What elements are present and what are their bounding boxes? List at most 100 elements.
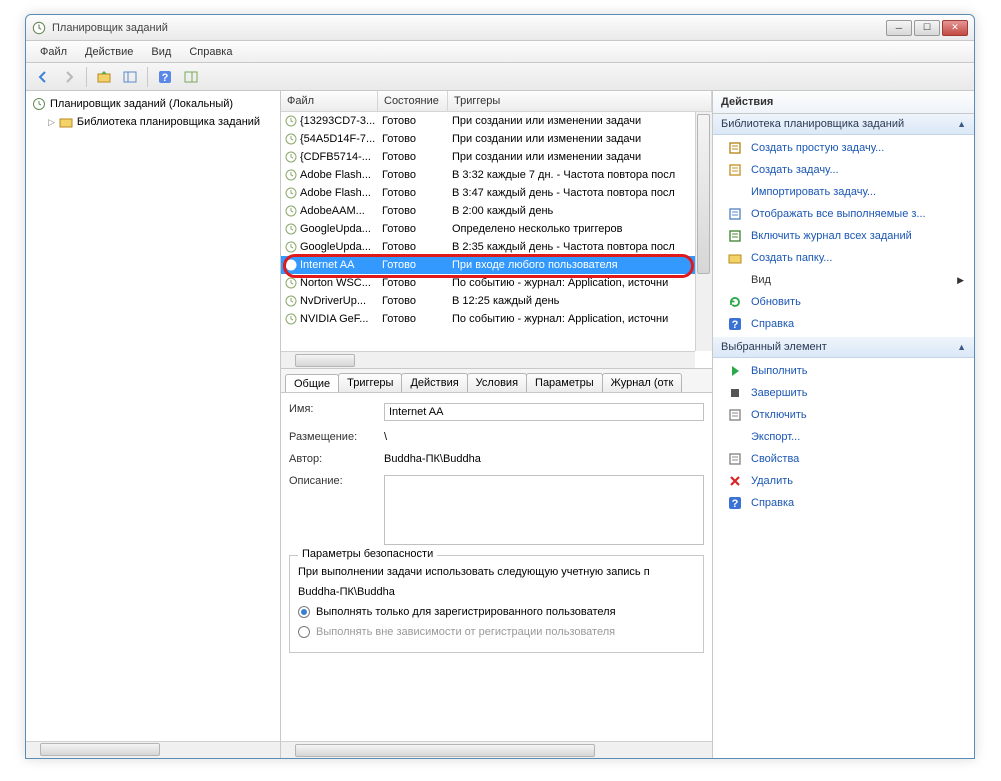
table-row[interactable]: Adobe Flash...ГотовоВ 3:47 каждый день -… xyxy=(281,184,712,202)
tree-library[interactable]: ▷ Библиотека планировщика заданий xyxy=(28,113,278,131)
tree-scrollbar[interactable] xyxy=(26,741,280,758)
action-disable[interactable]: Отключить xyxy=(713,404,974,426)
val-desc[interactable] xyxy=(384,475,704,545)
horizontal-scrollbar[interactable] xyxy=(281,351,695,368)
action-text: Удалить xyxy=(751,475,793,487)
task-trigger: При создании или изменении задачи xyxy=(448,151,712,163)
table-row[interactable]: NVIDIA GeF...ГотовоПо событию - журнал: … xyxy=(281,310,712,328)
client-area: Планировщик заданий (Локальный) ▷ Библио… xyxy=(26,91,974,758)
toolbar: ? xyxy=(26,63,974,91)
menu-view[interactable]: Вид xyxy=(143,43,179,61)
task-list[interactable]: Файл Состояние Триггеры {13293CD7-3...Го… xyxy=(281,91,712,369)
col-file[interactable]: Файл xyxy=(281,91,378,111)
task-name: GoogleUpda... xyxy=(300,241,371,253)
actions-pane: Действия Библиотека планировщика заданий… xyxy=(713,91,974,758)
list-header: Файл Состояние Триггеры xyxy=(281,91,712,112)
menu-action[interactable]: Действие xyxy=(77,43,141,61)
up-icon[interactable] xyxy=(93,66,115,88)
tab-conditions[interactable]: Условия xyxy=(467,373,527,392)
preview-icon[interactable] xyxy=(180,66,202,88)
chevron-right-icon: ▶ xyxy=(957,275,964,286)
panel-icon[interactable] xyxy=(119,66,141,88)
action-export[interactable]: Экспорт... xyxy=(713,426,974,448)
task-state: Готово xyxy=(378,223,448,235)
radio-icon xyxy=(298,606,310,618)
table-row[interactable]: GoogleUpda...ГотовоОпределено несколько … xyxy=(281,220,712,238)
table-row[interactable]: {CDFB5714-...ГотовоПри создании или изме… xyxy=(281,148,712,166)
action-text: Отображать все выполняемые з... xyxy=(751,208,926,220)
col-triggers[interactable]: Триггеры xyxy=(448,91,712,111)
tree-root-label: Планировщик заданий (Локальный) xyxy=(50,98,233,110)
action-new_folder[interactable]: Создать папку... xyxy=(713,247,974,269)
forward-button[interactable] xyxy=(58,66,80,88)
minimize-button[interactable]: ─ xyxy=(886,20,912,36)
back-button[interactable] xyxy=(32,66,54,88)
action-help[interactable]: ?Справка xyxy=(713,313,974,335)
actions-list-selected: Выполнить ЗавершитьОтключитьЭкспорт...Сво… xyxy=(713,358,974,516)
center-bottom-scrollbar[interactable] xyxy=(281,741,712,758)
close-button[interactable]: ✕ xyxy=(942,20,968,36)
table-row[interactable]: AdobeAAM...ГотовоВ 2:00 каждый день xyxy=(281,202,712,220)
lbl-author: Автор: xyxy=(289,453,384,465)
security-opt1[interactable]: Выполнять только для зарегистрированного… xyxy=(298,606,695,618)
tree-root[interactable]: Планировщик заданий (Локальный) xyxy=(28,95,278,113)
actions-list-library: Создать простую задачу... Создать задачу.… xyxy=(713,135,974,337)
action-enable_hist[interactable]: Включить журнал всех заданий xyxy=(713,225,974,247)
action-props[interactable]: Свойства xyxy=(713,448,974,470)
table-row[interactable]: NvDriverUp...ГотовоВ 12:25 каждый день xyxy=(281,292,712,310)
lbl-location: Размещение: xyxy=(289,431,384,443)
action-import[interactable]: Импортировать задачу... xyxy=(713,181,974,203)
action-create[interactable]: Создать задачу... xyxy=(713,159,974,181)
table-row[interactable]: {54A5D14F-7...ГотовоПри создании или изм… xyxy=(281,130,712,148)
svg-text:?: ? xyxy=(732,498,739,510)
action-text: Выполнить xyxy=(751,365,807,377)
action-text: Включить журнал всех заданий xyxy=(751,230,912,242)
menu-file[interactable]: Файл xyxy=(32,43,75,61)
action-view[interactable]: Вид▶ xyxy=(713,269,974,291)
table-row[interactable]: GoogleUpda...ГотовоВ 2:35 каждый день - … xyxy=(281,238,712,256)
tree-pane[interactable]: Планировщик заданий (Локальный) ▷ Библио… xyxy=(26,91,281,758)
val-name[interactable]: Internet AA xyxy=(384,403,704,421)
tab-actions[interactable]: Действия xyxy=(401,373,467,392)
tab-settings[interactable]: Параметры xyxy=(526,373,603,392)
table-row[interactable]: Internet AAГотовоПри входе любого пользо… xyxy=(281,256,712,274)
actions-sub-library[interactable]: Библиотека планировщика заданий ▲ xyxy=(713,114,974,135)
maximize-button[interactable]: ☐ xyxy=(914,20,940,36)
action-end[interactable]: Завершить xyxy=(713,382,974,404)
tabs: Общие Триггеры Действия Условия Параметр… xyxy=(281,369,712,393)
col-state[interactable]: Состояние xyxy=(378,91,448,111)
table-row[interactable]: Norton WSC...ГотовоПо событию - журнал: … xyxy=(281,274,712,292)
titlebar[interactable]: Планировщик заданий ─ ☐ ✕ xyxy=(26,15,974,41)
table-row[interactable]: Adobe Flash...ГотовоВ 3:32 каждые 7 дн. … xyxy=(281,166,712,184)
tab-body[interactable]: Имя:Internet AA Размещение:\ Автор:Buddh… xyxy=(281,393,712,741)
tab-triggers[interactable]: Триггеры xyxy=(338,373,402,392)
lbl-name: Имя: xyxy=(289,403,384,421)
action-refresh[interactable]: Обновить xyxy=(713,291,974,313)
security-title: Параметры безопасности xyxy=(298,548,437,560)
menu-help[interactable]: Справка xyxy=(181,43,240,61)
actions-sub-selected[interactable]: Выбранный элемент ▲ xyxy=(713,337,974,358)
list-body[interactable]: {13293CD7-3...ГотовоПри создании или изм… xyxy=(281,112,712,348)
task-name: GoogleUpda... xyxy=(300,223,371,235)
table-row[interactable]: {13293CD7-3...ГотовоПри создании или изм… xyxy=(281,112,712,130)
action-run[interactable]: Выполнить xyxy=(713,360,974,382)
action-text: Справка xyxy=(751,497,794,509)
action-icon xyxy=(727,184,743,200)
action-text: Импортировать задачу... xyxy=(751,186,876,198)
action-delete[interactable]: Удалить xyxy=(713,470,974,492)
help-icon[interactable]: ? xyxy=(154,66,176,88)
vertical-scrollbar[interactable] xyxy=(695,112,712,351)
action-help2[interactable]: ? Справка xyxy=(713,492,974,514)
svg-text:?: ? xyxy=(732,319,739,331)
action-icon xyxy=(727,385,743,401)
task-trigger: В 12:25 каждый день xyxy=(448,295,712,307)
tab-history[interactable]: Журнал (отк xyxy=(602,373,683,392)
action-create_basic[interactable]: Создать простую задачу... xyxy=(713,137,974,159)
folder-icon xyxy=(59,115,73,129)
action-show_all[interactable]: Отображать все выполняемые з... xyxy=(713,203,974,225)
tab-general[interactable]: Общие xyxy=(285,374,339,393)
action-icon xyxy=(727,250,743,266)
action-text: Создать задачу... xyxy=(751,164,839,176)
task-state: Готово xyxy=(378,277,448,289)
task-name: Internet AA xyxy=(300,259,354,271)
